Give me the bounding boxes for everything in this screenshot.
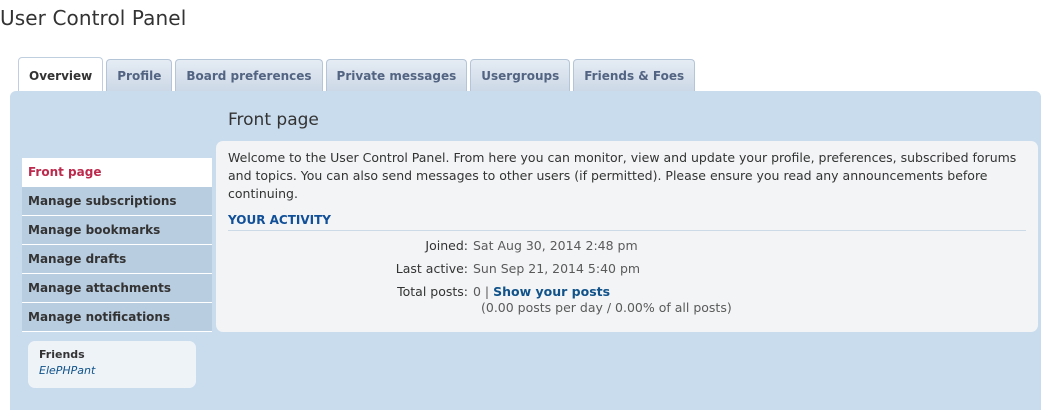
stat-last-active: Last active: Sun Sep 21, 2014 5:40 pm: [228, 260, 1026, 277]
sidebar-item-manage-bookmarks[interactable]: Manage bookmarks: [22, 216, 212, 245]
stat-label: Total posts:: [397, 284, 468, 299]
stat-label: Joined:: [425, 238, 468, 253]
stat-total-posts: Total posts: 0 | Show your posts (0.00 p…: [228, 283, 1026, 315]
sidebar-item-manage-drafts[interactable]: Manage drafts: [22, 245, 212, 274]
sidebar-item-manage-subscriptions[interactable]: Manage subscriptions: [22, 187, 212, 216]
tab-bar: Overview Profile Board preferences Priva…: [18, 57, 696, 93]
posts-stats: (0.00 posts per day / 0.00% of all posts…: [481, 300, 732, 315]
activity-stats: Joined: Sat Aug 30, 2014 2:48 pm Last ac…: [228, 237, 1026, 315]
stat-value: 0 | Show your posts (0.00 posts per day …: [473, 283, 732, 315]
sidebar-item-front-page[interactable]: Front page: [22, 158, 212, 187]
stat-value: Sat Aug 30, 2014 2:48 pm: [473, 238, 638, 253]
sidebar-nav: Front page Manage subscriptions Manage b…: [22, 158, 212, 332]
stat-label: Last active:: [395, 261, 468, 276]
stat-joined: Joined: Sat Aug 30, 2014 2:48 pm: [228, 237, 1026, 254]
sidebar-item-manage-attachments[interactable]: Manage attachments: [22, 274, 212, 303]
ucp-page: User Control Panel Overview Profile Boar…: [0, 0, 1041, 410]
show-your-posts-link[interactable]: Show your posts: [493, 284, 610, 299]
tab-private-messages[interactable]: Private messages: [325, 59, 468, 91]
stat-value: Sun Sep 21, 2014 5:40 pm: [473, 261, 641, 276]
total-posts-count: 0 |: [473, 284, 494, 299]
tab-profile[interactable]: Profile: [106, 59, 173, 91]
activity-heading: YOUR ACTIVITY: [228, 213, 1026, 231]
tab-friends-foes[interactable]: Friends & Foes: [573, 59, 696, 91]
tab-overview[interactable]: Overview: [18, 57, 104, 93]
welcome-text: Welcome to the User Control Panel. From …: [228, 150, 1017, 201]
page-title: User Control Panel: [0, 6, 187, 30]
front-page-content: Welcome to the User Control Panel. From …: [216, 141, 1038, 332]
sidebar-item-manage-notifications[interactable]: Manage notifications: [22, 303, 212, 332]
tab-board-preferences[interactable]: Board preferences: [175, 59, 323, 91]
section-title: Front page: [228, 110, 319, 130]
tab-usergroups[interactable]: Usergroups: [470, 59, 571, 91]
friend-link[interactable]: ElePHPant: [39, 364, 196, 377]
friends-heading: Friends: [39, 348, 85, 361]
friends-box: Friends ElePHPant: [28, 341, 196, 388]
